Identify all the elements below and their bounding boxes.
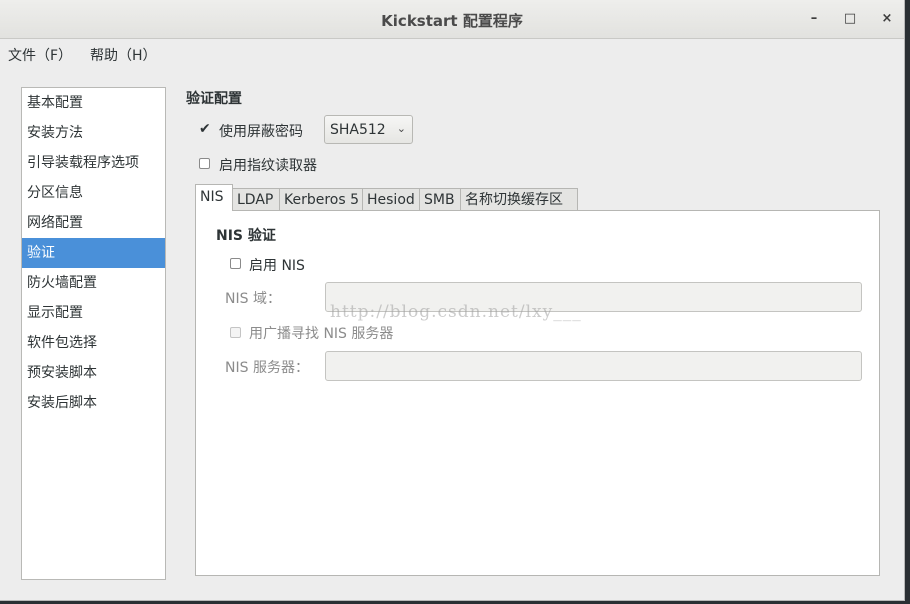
sidebar-item-bootloader[interactable]: 引导装载程序选项 (22, 148, 165, 178)
enable-nis-checkbox[interactable] (230, 258, 241, 269)
broadcast-nis-label: 用广播寻找 NIS 服务器 (249, 326, 394, 342)
sidebar-item-packages[interactable]: 软件包选择 (22, 328, 165, 358)
close-button[interactable]: × (879, 11, 895, 27)
menu-bar: 文件（F） 帮助（H） (0, 39, 904, 69)
nis-section-title: NIS 验证 (216, 228, 276, 244)
fingerprint-label: 启用指纹读取器 (219, 158, 317, 174)
sidebar-item-partition[interactable]: 分区信息 (22, 178, 165, 208)
shadow-password-checkbox[interactable]: ✔ (199, 122, 211, 136)
nis-server-label: NIS 服务器： (225, 360, 309, 376)
hash-algorithm-select[interactable]: SHA512 ⌄ (324, 115, 413, 144)
sidebar-nav: 基本配置 安装方法 引导装载程序选项 分区信息 网络配置 验证 防火墙配置 显示… (21, 87, 166, 580)
maximize-button[interactable]: □ (842, 11, 858, 27)
nis-server-field[interactable] (325, 351, 862, 381)
nis-domain-label: NIS 域： (225, 291, 281, 307)
sidebar-item-firewall[interactable]: 防火墙配置 (22, 268, 165, 298)
chevron-down-icon: ⌄ (396, 122, 406, 135)
tab-ldap[interactable]: LDAP (232, 188, 280, 210)
title-bar[interactable]: Kickstart 配置程序 – □ × (0, 0, 904, 39)
kickstart-window: Kickstart 配置程序 – □ × 文件（F） 帮助（H） 基本配置 安装… (0, 0, 905, 601)
tab-name-switch-cache[interactable]: 名称切换缓存区 (460, 188, 578, 210)
window-title: Kickstart 配置程序 (381, 12, 523, 30)
menu-file[interactable]: 文件（F） (8, 45, 72, 65)
sidebar-item-post-script[interactable]: 安装后脚本 (22, 388, 165, 418)
sidebar-item-network[interactable]: 网络配置 (22, 208, 165, 238)
minimize-button[interactable]: – (806, 11, 822, 27)
hash-algorithm-value: SHA512 (330, 122, 386, 138)
tab-hesiod[interactable]: Hesiod (362, 188, 420, 210)
watermark-text: http://blog.csdn.net/lxy___ (330, 302, 582, 322)
tab-smb[interactable]: SMB (419, 188, 461, 210)
menu-help[interactable]: 帮助（H） (90, 45, 157, 65)
sidebar-item-pre-script[interactable]: 预安装脚本 (22, 358, 165, 388)
sidebar-item-authentication[interactable]: 验证 (22, 238, 165, 268)
sidebar-item-basic[interactable]: 基本配置 (22, 88, 165, 118)
section-title: 验证配置 (186, 91, 242, 107)
broadcast-nis-checkbox[interactable] (230, 327, 241, 338)
tab-kerberos[interactable]: Kerberos 5 (279, 188, 363, 210)
sidebar-item-display[interactable]: 显示配置 (22, 298, 165, 328)
sidebar-item-install-method[interactable]: 安装方法 (22, 118, 165, 148)
fingerprint-checkbox[interactable] (199, 158, 210, 169)
tab-nis[interactable]: NIS (195, 184, 233, 211)
shadow-password-label: 使用屏蔽密码 (219, 124, 303, 140)
enable-nis-label: 启用 NIS (249, 258, 305, 274)
